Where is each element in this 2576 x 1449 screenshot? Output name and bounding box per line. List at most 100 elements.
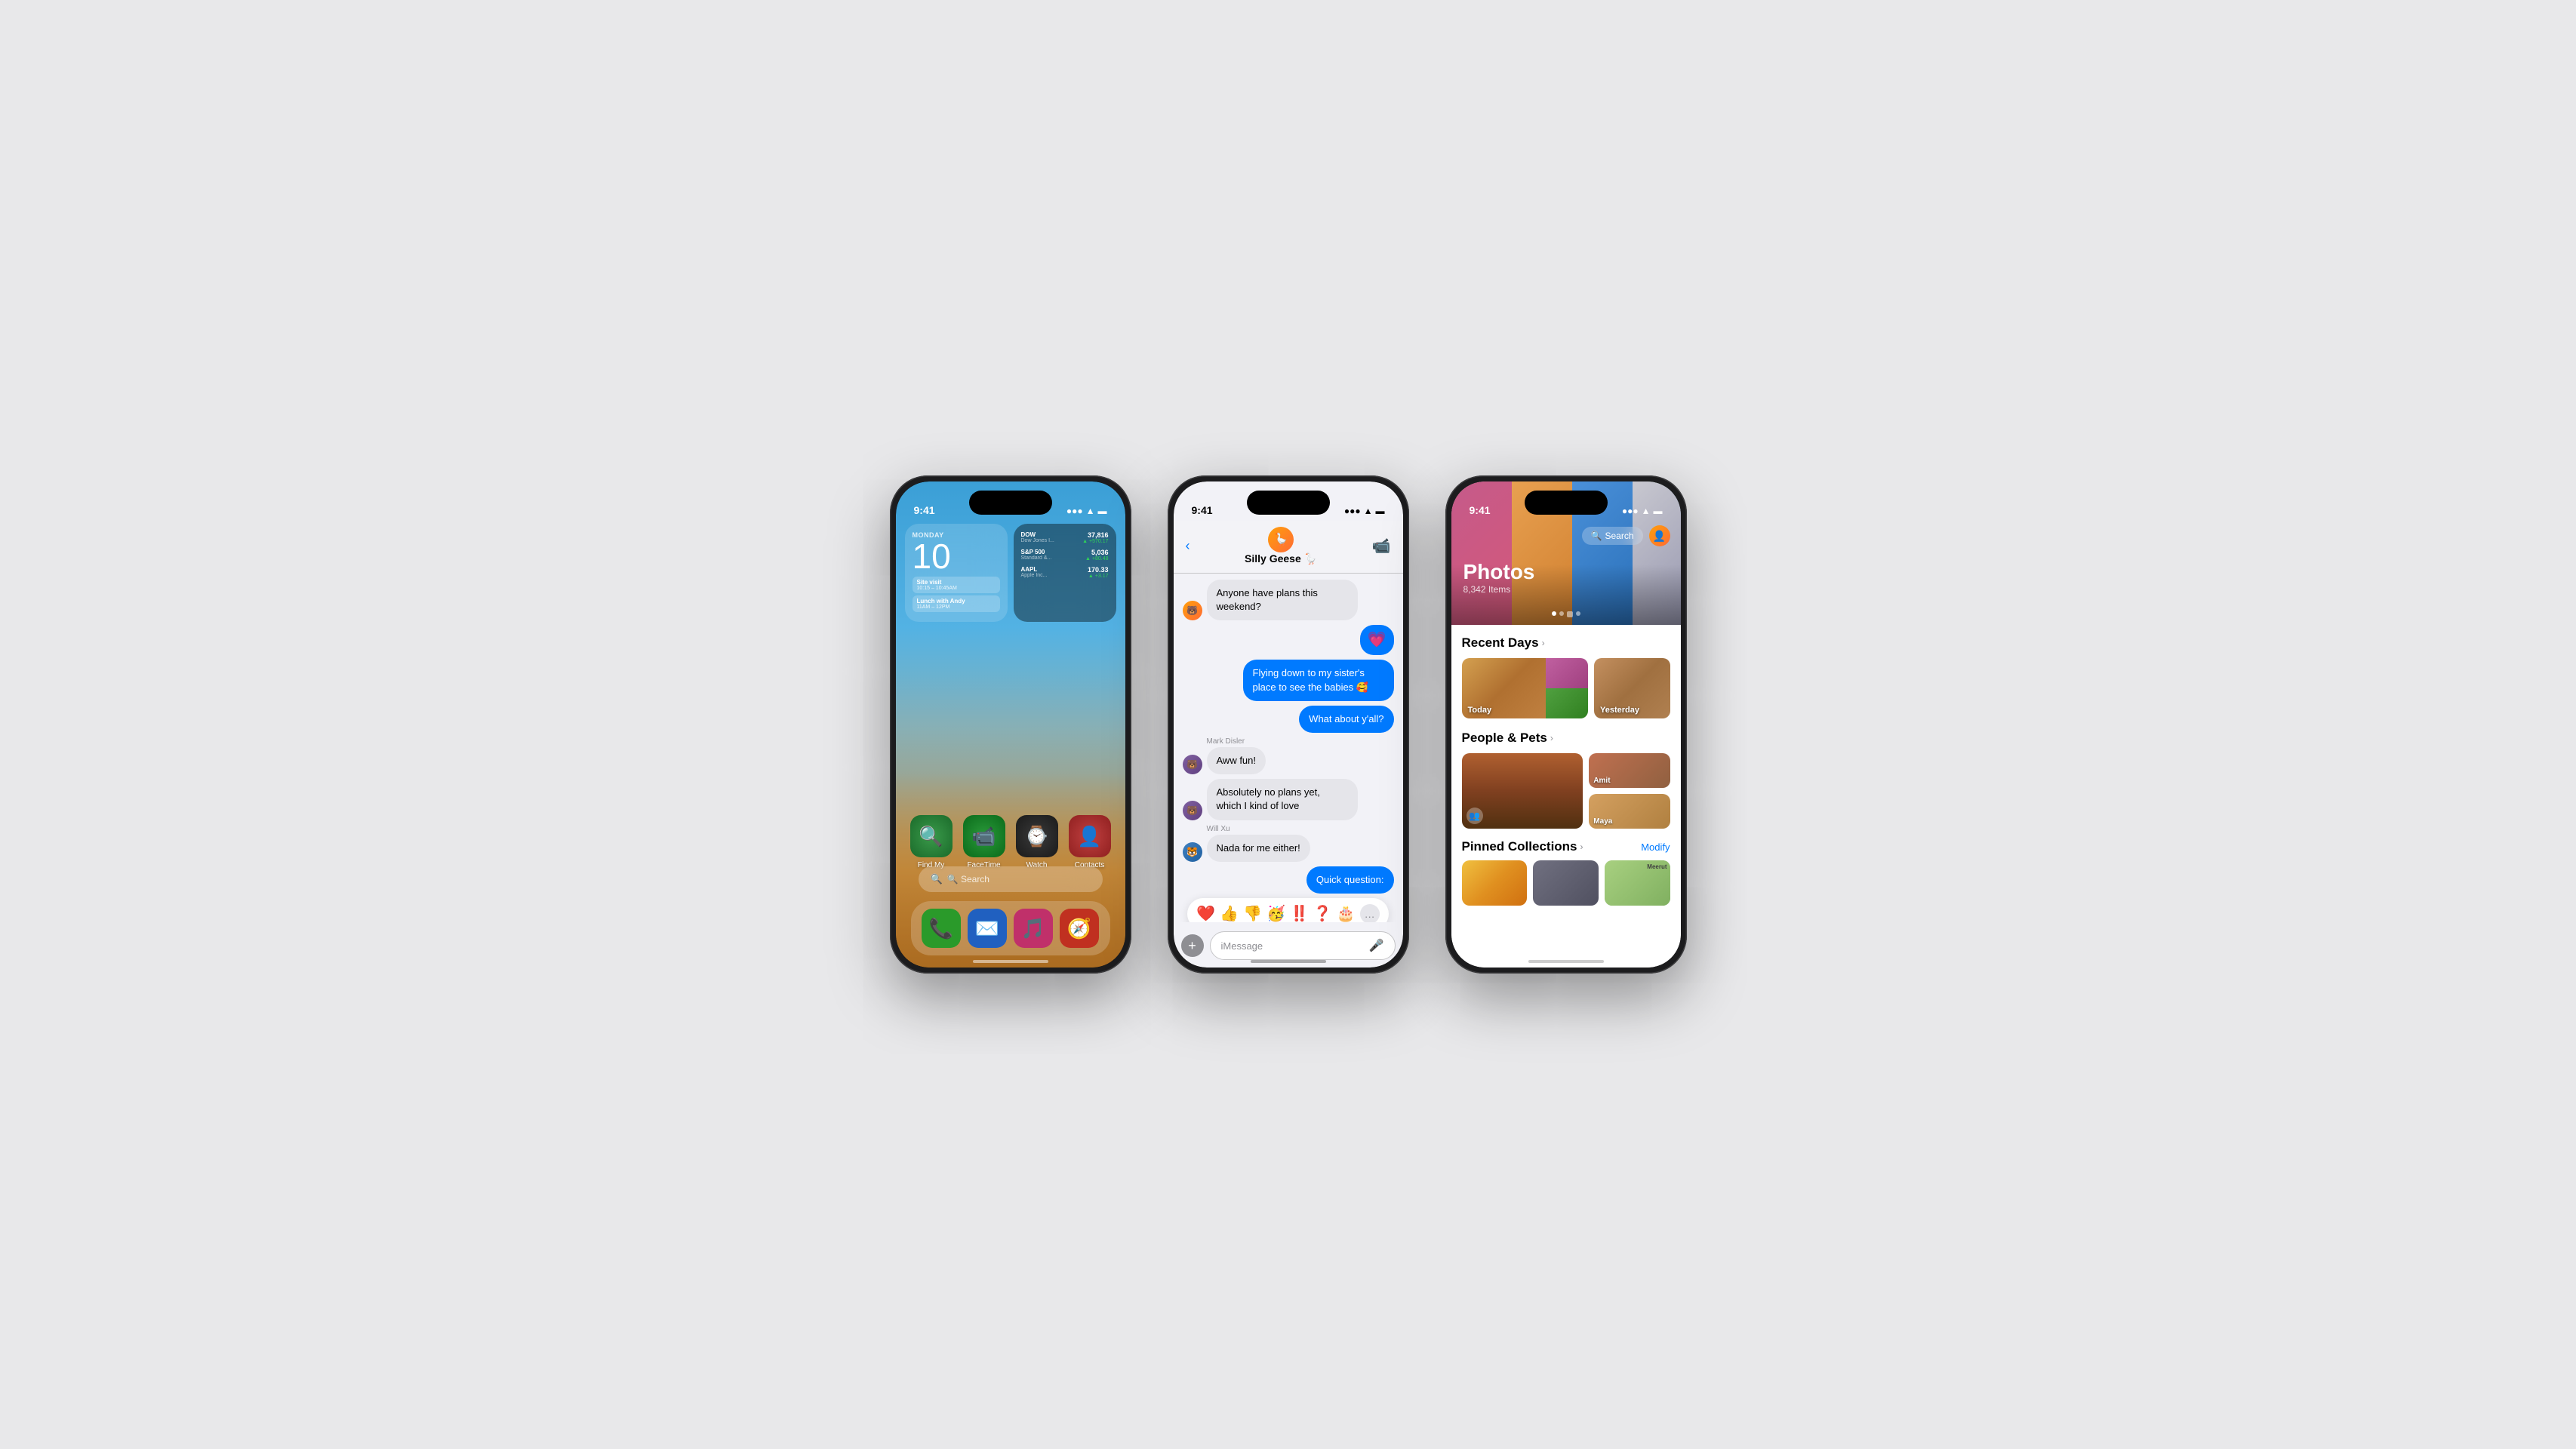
group-card[interactable]: 👥	[1462, 753, 1583, 829]
wifi-icon: ▲	[1086, 506, 1095, 516]
yesterday-label: Yesterday	[1600, 706, 1639, 715]
sender-label-will: Will Xu	[1207, 825, 1394, 833]
cal-date: 10	[913, 539, 1000, 574]
profile-button[interactable]: 👤	[1649, 525, 1670, 546]
search-icon: 🔍	[931, 873, 943, 885]
people-row: 👥 Amit Maya	[1462, 753, 1670, 829]
stock-item-sp500: S&P 500 Standard &... 5,036 ▲ +80.48	[1021, 549, 1109, 561]
map-label: Meerut	[1647, 863, 1667, 870]
phones-container: 9:41 ●●● ▲ ▬ MONDAY 10 S	[890, 475, 1687, 974]
widgets-row: MONDAY 10 Site visit 10:15 – 10:45AM Lun…	[905, 524, 1116, 622]
dock-phone[interactable]: 📞	[922, 909, 961, 948]
tapback-exclaim[interactable]: ‼️	[1290, 904, 1309, 922]
message-input-field[interactable]: iMessage 🎤	[1210, 931, 1396, 960]
search-icon-photos: 🔍	[1591, 531, 1602, 541]
message-3: Flying down to my sister's place to see …	[1183, 660, 1394, 700]
tapback-heart[interactable]: ❤️	[1196, 904, 1215, 922]
pinned-flowers[interactable]	[1462, 860, 1528, 906]
group-avatar: 🪿	[1268, 527, 1294, 552]
message-input-bar: + iMessage 🎤	[1181, 931, 1396, 960]
message-8: Quick question:	[1183, 866, 1394, 894]
tapback-more[interactable]: …	[1360, 904, 1380, 922]
dot-4[interactable]	[1576, 611, 1580, 616]
dot-1[interactable]	[1552, 611, 1556, 616]
today-card[interactable]: Today	[1462, 658, 1589, 718]
photos-count: 8,342 Items	[1463, 584, 1535, 595]
search-label: Search	[1605, 531, 1633, 541]
message-text-1: Anyone have plans this weekend?	[1207, 580, 1358, 620]
search-bar[interactable]: 🔍 🔍 Search	[919, 866, 1103, 892]
dot-2[interactable]	[1559, 611, 1564, 616]
find-my-icon: 🔍	[910, 815, 953, 857]
homescreen: 9:41 ●●● ▲ ▬ MONDAY 10 S	[896, 481, 1125, 968]
tapback-cake[interactable]: 🎂	[1337, 904, 1356, 922]
pinned-map[interactable]: Meerut	[1605, 860, 1670, 906]
message-text-2: 💗	[1360, 625, 1394, 655]
dock-music[interactable]: 🎵	[1014, 909, 1053, 948]
cal-events: Site visit 10:15 – 10:45AM Lunch with An…	[913, 577, 1000, 612]
app-find-my[interactable]: 🔍 Find My	[910, 815, 953, 869]
status-icons-2: ●●● ▲ ▬	[1344, 506, 1385, 516]
search-button[interactable]: 🔍 Search	[1582, 527, 1643, 545]
photos-title-area: Photos 8,342 Items	[1463, 560, 1535, 595]
tapback-thumbsup[interactable]: 👍	[1220, 904, 1239, 922]
people-pets-title: People & Pets	[1462, 731, 1547, 746]
message-text-3: Flying down to my sister's place to see …	[1243, 660, 1394, 700]
app-contacts[interactable]: 👤 Contacts	[1069, 815, 1111, 869]
messages-list[interactable]: 🐻 Anyone have plans this weekend? 💗 Flyi…	[1174, 572, 1403, 922]
amit-card[interactable]: Amit	[1589, 753, 1670, 788]
wifi-icon-2: ▲	[1364, 506, 1373, 516]
messages-screen: 9:41 ●●● ▲ ▬ ‹ 🪿 Silly Ge	[1174, 481, 1403, 968]
phone-3-photos: Photos 8,342 Items 9:41 ●●● ▲	[1445, 475, 1687, 974]
recent-days-header: Recent Days ›	[1462, 635, 1670, 651]
battery-icon-3: ▬	[1654, 506, 1663, 516]
pinned-chevron: ›	[1580, 841, 1583, 852]
maya-name: Maya	[1593, 817, 1612, 826]
cal-event-1[interactable]: Site visit 10:15 – 10:45AM	[913, 577, 1000, 593]
pinned-header: Pinned Collections › Modify	[1462, 839, 1670, 854]
maya-card[interactable]: Maya	[1589, 794, 1670, 829]
recent-days-row: Today Yesterday	[1462, 658, 1670, 718]
people-stack: Amit Maya	[1589, 753, 1670, 829]
recent-days-title: Recent Days	[1462, 635, 1539, 651]
photos-navigation-dots	[1552, 611, 1580, 617]
tapback-thumbsdown[interactable]: 👎	[1243, 904, 1262, 922]
add-attachment-button[interactable]: +	[1181, 934, 1204, 957]
wifi-icon-3: ▲	[1642, 506, 1651, 516]
dock-mail[interactable]: ✉️	[968, 909, 1007, 948]
group-name: Silly Geese 🪿	[1245, 552, 1317, 565]
tapback-party[interactable]: 🥳	[1266, 904, 1285, 922]
home-indicator	[973, 960, 1048, 963]
photos-screen: Photos 8,342 Items 9:41 ●●● ▲	[1451, 481, 1681, 968]
app-watch[interactable]: ⌚ Watch	[1016, 815, 1058, 869]
avatar-will: 🐯	[1183, 842, 1202, 862]
pinned-animals[interactable]	[1533, 860, 1599, 906]
home-indicator-2	[1251, 960, 1326, 963]
message-text-7: Nada for me either!	[1207, 835, 1310, 862]
message-text-5: Aww fun!	[1207, 747, 1266, 774]
app-facetime[interactable]: 📹 FaceTime	[963, 815, 1005, 869]
message-1: 🐻 Anyone have plans this weekend?	[1183, 580, 1394, 620]
dock-compass[interactable]: 🧭	[1060, 909, 1099, 948]
modify-button[interactable]: Modify	[1641, 841, 1670, 853]
avatar-mark: 🐻	[1183, 601, 1202, 620]
yesterday-card[interactable]: Yesterday	[1594, 658, 1670, 718]
cal-event-2[interactable]: Lunch with Andy 11AM – 12PM	[913, 595, 1000, 612]
conversation-info[interactable]: 🪿 Silly Geese 🪿	[1245, 527, 1317, 565]
dot-grid[interactable]	[1567, 611, 1573, 617]
photos-top-bar: 🔍 Search 👤	[1451, 521, 1681, 551]
message-6: 🐻 Absolutely no plans yet, which I kind …	[1183, 779, 1394, 820]
contacts-icon: 👤	[1069, 815, 1111, 857]
video-call-button[interactable]: 📹	[1372, 537, 1391, 555]
status-time-3: 9:41	[1470, 504, 1491, 516]
mic-button[interactable]: 🎤	[1369, 938, 1384, 953]
tapback-question[interactable]: ❓	[1313, 904, 1332, 922]
messages-header: ‹ 🪿 Silly Geese 🪿 📹	[1174, 521, 1403, 574]
battery-icon-2: ▬	[1376, 506, 1385, 516]
calendar-widget[interactable]: MONDAY 10 Site visit 10:15 – 10:45AM Lun…	[905, 524, 1008, 622]
back-button[interactable]: ‹	[1186, 538, 1190, 554]
amit-name: Amit	[1593, 777, 1610, 785]
today-photo-sm1	[1546, 658, 1588, 688]
people-pets-chevron: ›	[1550, 733, 1553, 743]
stocks-widget[interactable]: DOW Dow Jones I... 37,816 ▲ +570.17 S&P …	[1014, 524, 1116, 622]
